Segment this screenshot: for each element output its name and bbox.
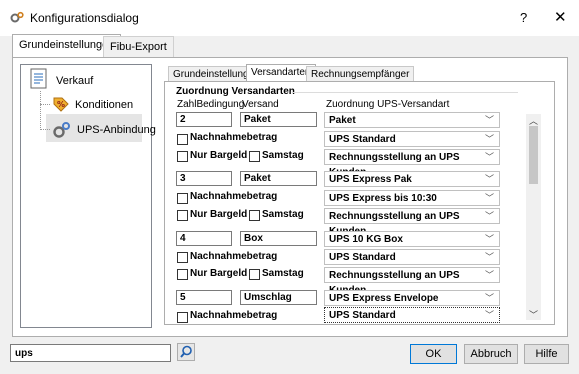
gears-icon: [52, 120, 72, 143]
samstag-checkbox[interactable]: [249, 269, 260, 280]
group-title: Zuordnung Versandarten: [176, 86, 295, 97]
select-value: UPS Express Envelope: [329, 293, 439, 304]
samstag-label: Samstag: [262, 268, 304, 279]
samstag-label: Samstag: [262, 209, 304, 220]
nur-bargeld-label: Nur Bargeld: [190, 209, 248, 220]
column-header-zuordnung: Zuordnung UPS-Versandart: [326, 99, 450, 110]
versand-input[interactable]: Paket: [240, 112, 317, 127]
samstag-checkbox[interactable]: [249, 210, 260, 221]
search-icon: [178, 345, 194, 363]
gear-icon: [10, 11, 24, 25]
versand-input[interactable]: Box: [240, 231, 317, 246]
select-value: UPS Standard: [329, 252, 396, 263]
nachnahme-label: Nachnahmebetrag: [190, 191, 278, 202]
scrollbar-thumb[interactable]: [529, 126, 538, 184]
tree-item-ups-anbindung[interactable]: UPS-Anbindung: [77, 124, 156, 136]
chevron-down-icon: ﹀: [484, 193, 494, 203]
ups-versandart-select[interactable]: UPS 10 KG Box ﹀: [324, 231, 500, 247]
chevron-down-icon: ﹀: [484, 211, 494, 221]
tree-item-verkauf[interactable]: Verkauf: [56, 75, 93, 87]
title-bar: Konfigurationsdialog ? ✕: [0, 0, 579, 36]
select-value: UPS Express Pak: [329, 174, 412, 185]
chevron-down-icon: ﹀: [484, 234, 494, 244]
chevron-down-icon: ﹀: [484, 115, 494, 125]
versand-input[interactable]: Paket: [240, 171, 317, 186]
samstag-checkbox[interactable]: [249, 151, 260, 162]
ups-service-select[interactable]: UPS Standard ﹀: [324, 131, 500, 147]
chevron-down-icon: ﹀: [484, 252, 494, 262]
discount-icon: %: [52, 96, 70, 117]
search-button[interactable]: [177, 343, 195, 361]
select-value: UPS Standard: [329, 310, 396, 321]
tree-item-konditionen[interactable]: Konditionen: [75, 99, 133, 111]
document-icon: [30, 68, 48, 93]
samstag-label: Samstag: [262, 150, 304, 161]
nachnahme-checkbox[interactable]: [177, 252, 188, 263]
select-value: UPS 10 KG Box: [329, 234, 403, 245]
nachnahme-label: Nachnahmebetrag: [190, 310, 278, 321]
ups-service-select[interactable]: UPS Standard ﹀: [324, 307, 500, 323]
zahl-input[interactable]: 2: [176, 112, 232, 127]
nachnahme-checkbox[interactable]: [177, 193, 188, 204]
svg-text:%: %: [57, 100, 65, 109]
zahl-input[interactable]: 3: [176, 171, 232, 186]
ups-service-select[interactable]: UPS Express bis 10:30 ﹀: [324, 190, 500, 206]
versand-input[interactable]: Umschlag: [240, 290, 317, 305]
tab-fibu-export[interactable]: Fibu-Export: [103, 36, 174, 58]
zahl-input[interactable]: 4: [176, 231, 232, 246]
zahl-input[interactable]: 5: [176, 290, 232, 305]
ups-service-select[interactable]: UPS Standard ﹀: [324, 249, 500, 265]
chevron-down-icon: ﹀: [484, 134, 494, 144]
close-button[interactable]: ✕: [554, 8, 567, 26]
help-title-button[interactable]: ?: [520, 10, 527, 25]
select-value: UPS Express bis 10:30: [329, 193, 437, 204]
nur-bargeld-checkbox[interactable]: [177, 210, 188, 221]
tree-connector: [40, 129, 50, 130]
tree-connector: [40, 91, 41, 130]
ups-billing-select[interactable]: Rechnungsstellung an UPS Kunden﹀: [324, 149, 500, 178]
column-header-versand: Versand: [242, 99, 279, 110]
chevron-down-icon: ﹀: [484, 270, 494, 280]
select-value: UPS Standard: [329, 134, 396, 145]
chevron-down-icon: ﹀: [484, 310, 494, 320]
group-divider: [292, 92, 518, 93]
scroll-down-icon[interactable]: ﹀: [529, 308, 538, 321]
nachnahme-checkbox[interactable]: [177, 134, 188, 145]
cancel-button[interactable]: Abbruch: [464, 344, 518, 364]
tree-connector: [40, 104, 50, 105]
ups-billing-select[interactable]: Rechnungsstellung an UPS Kunden﹀: [324, 267, 500, 296]
ok-button[interactable]: OK: [410, 344, 457, 364]
chevron-down-icon: ﹀: [484, 152, 494, 162]
ups-versandart-select[interactable]: Paket ﹀: [324, 112, 500, 128]
ups-billing-select[interactable]: Rechnungsstellung an UPS Kunden﹀: [324, 208, 500, 237]
nur-bargeld-checkbox[interactable]: [177, 151, 188, 162]
ups-versandart-select[interactable]: UPS Express Envelope ﹀: [324, 290, 500, 306]
nur-bargeld-label: Nur Bargeld: [190, 150, 248, 161]
chevron-down-icon: ﹀: [484, 174, 494, 184]
nur-bargeld-label: Nur Bargeld: [190, 268, 248, 279]
column-header-zahl: ZahlBedingung: [177, 99, 245, 110]
nur-bargeld-checkbox[interactable]: [177, 269, 188, 280]
vertical-scrollbar[interactable]: ︿ ﹀: [526, 114, 541, 320]
nachnahme-label: Nachnahmebetrag: [190, 251, 278, 262]
chevron-down-icon: ﹀: [484, 293, 494, 303]
window-title: Konfigurationsdialog: [30, 11, 139, 25]
dialog-window: Konfigurationsdialog ? ✕ Grundeinstellun…: [0, 0, 579, 374]
nachnahme-checkbox[interactable]: [177, 312, 188, 323]
nachnahme-label: Nachnahmebetrag: [190, 132, 278, 143]
help-button[interactable]: Hilfe: [524, 344, 569, 364]
select-value: Paket: [329, 115, 356, 126]
search-input[interactable]: ups: [10, 344, 171, 362]
ups-versandart-select[interactable]: UPS Express Pak ﹀: [324, 171, 500, 187]
